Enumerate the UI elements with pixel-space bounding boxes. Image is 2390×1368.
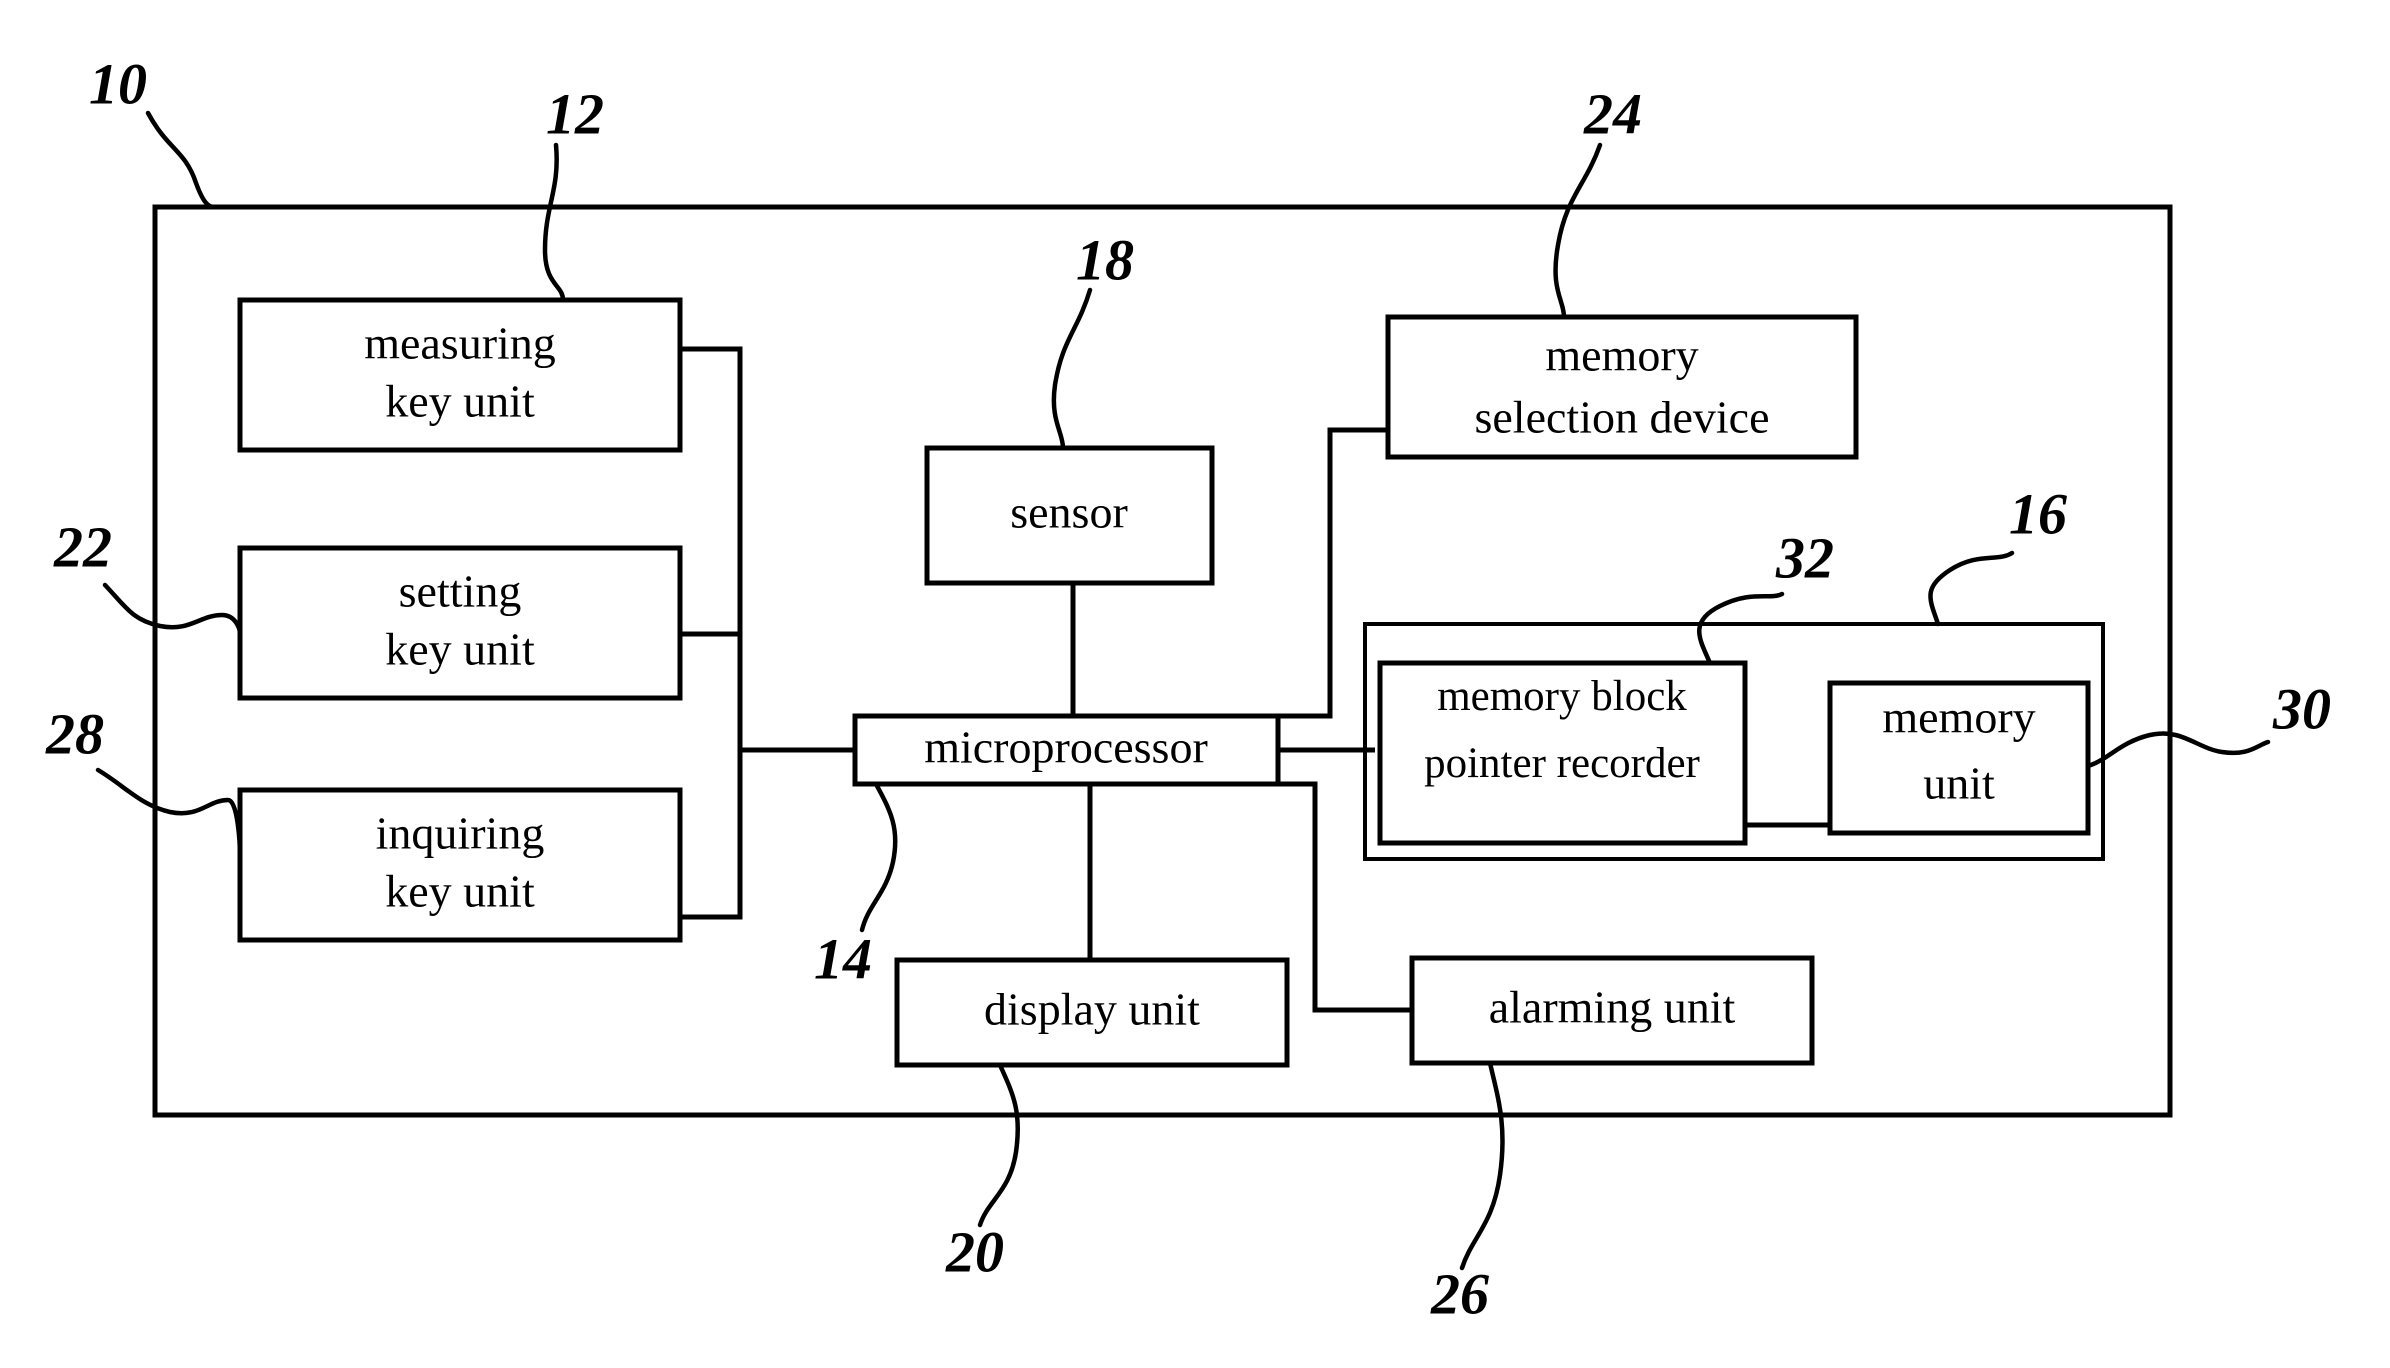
ref-numeral-12: 12 (546, 81, 604, 146)
microprocessor-label: microprocessor (924, 722, 1208, 773)
memory-block-pointer-recorder-label-line1: memory block (1437, 673, 1687, 720)
leader-line-14 (859, 781, 898, 933)
memory-unit-label-line1: memory (1882, 692, 2035, 743)
setting-key-unit-label-line2: key unit (385, 624, 535, 675)
ref-numeral-14: 14 (814, 926, 872, 991)
memory-selection-device-label-line2: selection device (1474, 392, 1769, 443)
leader-line-22 (102, 582, 243, 637)
ref-numeral-28: 28 (45, 701, 104, 766)
memory-selection-device-label-line1: memory (1545, 330, 1698, 381)
measuring-key-unit-label-line2: key unit (385, 376, 535, 427)
block-diagram-canvas: measuring key unit setting key unit inqu… (45, 51, 2331, 1326)
ref-numeral-26: 26 (1430, 1261, 1489, 1326)
ref-numeral-24: 24 (1583, 81, 1642, 146)
ref-numeral-10: 10 (89, 51, 147, 116)
leader-line-26 (1459, 1060, 1505, 1271)
ref-numeral-18: 18 (1076, 227, 1134, 292)
display-unit-label: display unit (984, 984, 1200, 1035)
leader-line-16 (1928, 550, 2015, 627)
ref-numeral-22: 22 (53, 514, 112, 579)
measuring-key-unit-label-line1: measuring (364, 318, 556, 369)
memory-unit-label-line2: unit (1923, 758, 1995, 809)
patent-figure: measuring key unit setting key unit inqu… (0, 0, 2390, 1368)
setting-key-unit-label-line1: setting (399, 566, 522, 617)
inquiring-key-unit-label-line1: inquiring (376, 808, 545, 859)
alarming-unit-label: alarming unit (1489, 982, 1736, 1033)
leader-line-18 (1051, 287, 1093, 451)
memory-block-pointer-recorder-label-line2: pointer recorder (1424, 740, 1700, 787)
leader-line-20 (977, 1062, 1021, 1228)
inquiring-key-unit-label-line2: key unit (385, 866, 535, 917)
leader-line-30 (2085, 731, 2271, 769)
ref-numeral-30: 30 (2272, 676, 2331, 741)
leader-line-12 (542, 142, 566, 303)
leader-line-32 (1697, 591, 1785, 666)
sensor-label: sensor (1010, 487, 1128, 538)
leader-line-24 (1553, 142, 1603, 320)
wire-microprocessor-to-memory-selection (1278, 427, 1388, 719)
ref-numeral-32: 32 (1775, 525, 1834, 590)
leader-line-10 (145, 110, 217, 210)
ref-numeral-16: 16 (2009, 481, 2067, 546)
ref-numeral-20: 20 (945, 1219, 1004, 1284)
leader-line-28 (95, 767, 243, 860)
